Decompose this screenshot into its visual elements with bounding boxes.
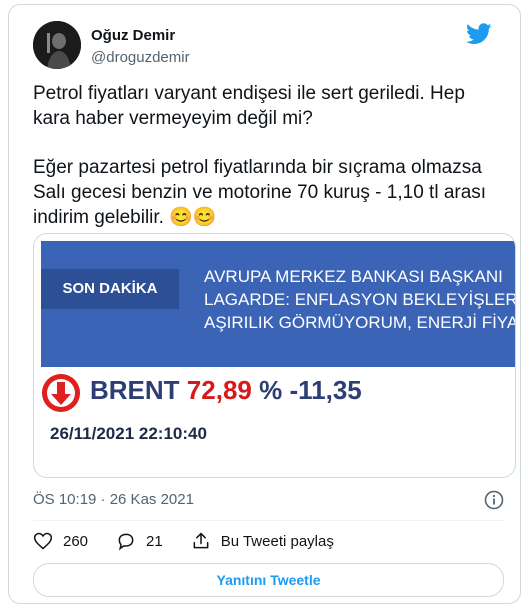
- arrow-down-icon: [42, 374, 80, 412]
- info-icon[interactable]: [484, 490, 504, 510]
- divider: [33, 520, 504, 521]
- brent-value: 72,89: [186, 375, 252, 405]
- image-datetime: 26/11/2021 22:10:40: [50, 424, 207, 443]
- action-bar: 260 21 Bu Tweeti paylaş: [33, 531, 362, 551]
- tweet-text-line: Petrol fiyatları varyant endişesi ile se…: [33, 83, 465, 104]
- headline-line: AVRUPA MERKEZ BANKASI BAŞKANI: [204, 267, 503, 286]
- tweet-text-line: indirim gelebilir. 😊😊: [33, 207, 217, 228]
- news-banner: SON DAKİKA AVRUPA MERKEZ BANKASI BAŞKANI…: [41, 241, 515, 367]
- heart-icon: [33, 532, 53, 550]
- reply-count: 21: [146, 532, 163, 550]
- tweet-timestamp[interactable]: ÖS 10:19 · 26 Kas 2021: [33, 491, 194, 508]
- tweet-image[interactable]: SON DAKİKA AVRUPA MERKEZ BANKASI BAŞKANI…: [33, 233, 516, 478]
- tweet-card: Oğuz Demir @droguzdemir Petrol fiyatları…: [8, 4, 521, 604]
- reply-action[interactable]: 21: [116, 531, 163, 551]
- reply-tweet-button[interactable]: Yanıtını Tweetle: [33, 563, 504, 597]
- user-handle[interactable]: @droguzdemir: [91, 49, 190, 66]
- share-label: Bu Tweeti paylaş: [220, 532, 334, 550]
- tweet-text-line: Salı gecesi benzin ve motorine 70 kuruş …: [33, 182, 487, 203]
- tweet-text-line: Eğer pazartesi petrol fiyatlarında bir s…: [33, 157, 482, 178]
- reply-icon: [118, 533, 134, 551]
- headline: AVRUPA MERKEZ BANKASI BAŞKANI LAGARDE: E…: [204, 265, 516, 334]
- tweet-text: Petrol fiyatları varyant endişesi ile se…: [33, 81, 513, 230]
- like-button[interactable]: 260: [33, 531, 88, 551]
- share-action[interactable]: Bu Tweeti paylaş: [191, 531, 334, 551]
- share-icon: [193, 532, 209, 549]
- breaking-news-tag: SON DAKİKA: [41, 269, 179, 309]
- headline-line: LAGARDE: ENFLASYON BEKLEYİŞLERİNDE: [204, 290, 516, 309]
- display-name[interactable]: Oğuz Demir: [91, 27, 175, 44]
- like-count: 260: [63, 532, 89, 550]
- avatar[interactable]: [33, 21, 81, 69]
- brent-label: BRENT: [90, 375, 180, 405]
- brent-change: % -11,35: [259, 375, 362, 405]
- twitter-bird-icon[interactable]: [466, 23, 492, 45]
- headline-line: AŞIRILIK GÖRMÜYORUM, ENERJİ FİYATLARI: [204, 313, 516, 332]
- brent-ticker: BRENT 72,89 % -11,35: [90, 375, 362, 406]
- tweet-text-line: kara haber vermeyeyim değil mi?: [33, 108, 313, 129]
